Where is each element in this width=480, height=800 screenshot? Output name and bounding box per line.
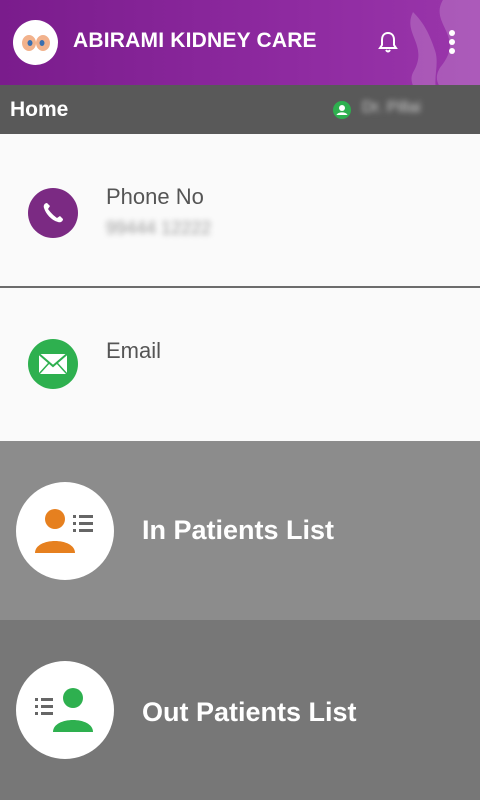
patient-list-icon [16, 661, 114, 759]
user-name[interactable]: Dr. Pillai [362, 99, 421, 117]
in-patients-tile[interactable]: In Patients List [0, 441, 480, 620]
patient-list-icon [16, 482, 114, 580]
out-patients-label: Out Patients List [142, 697, 357, 727]
envelope-icon [28, 339, 78, 389]
email-label: Email [106, 338, 162, 363]
more-vertical-icon[interactable] [440, 28, 464, 56]
phone-label: Phone No [106, 184, 204, 209]
app-bar: ABIRAMI KIDNEY CARE [0, 0, 480, 85]
phone-row[interactable]: Phone No 99444 12222 [0, 134, 480, 288]
phone-icon [28, 188, 78, 238]
email-row[interactable]: Email [0, 288, 480, 441]
out-patients-tile[interactable]: Out Patients List [0, 620, 480, 800]
app-title: ABIRAMI KIDNEY CARE [73, 29, 317, 52]
bell-icon[interactable] [377, 30, 399, 54]
phone-value[interactable]: 99444 12222 [106, 218, 211, 239]
kidney-logo-icon[interactable] [13, 20, 58, 65]
in-patients-label: In Patients List [142, 515, 335, 545]
page-title: Home [10, 98, 69, 121]
user-icon [333, 101, 351, 119]
